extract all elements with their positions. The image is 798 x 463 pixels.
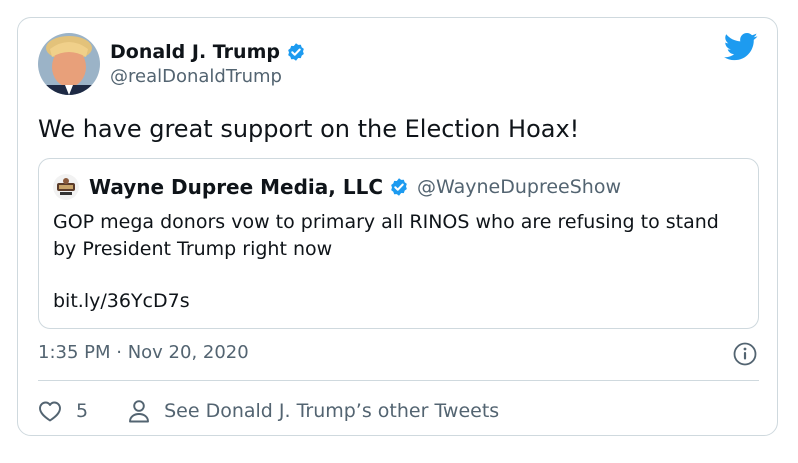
like-count: 5 [76, 400, 89, 422]
tweet-text: We have great support on the Election Ho… [38, 115, 580, 143]
person-icon [129, 400, 150, 423]
author-handle[interactable]: @realDonaldTrump [110, 68, 282, 86]
quoted-author-name: Wayne Dupree Media, LLC [89, 175, 384, 199]
quoted-text: GOP mega donors vow to primary all RINOS… [53, 211, 719, 260]
info-icon[interactable] [732, 341, 758, 367]
quoted-link[interactable]: bit.ly/36YcD7s [53, 288, 190, 315]
verified-badge-icon [288, 43, 304, 61]
quoted-avatar [53, 174, 79, 200]
tweet-timestamp[interactable]: 1:35 PM · Nov 20, 2020 [38, 341, 249, 365]
author-name-row[interactable]: Donald J. Trump [110, 42, 306, 62]
quoted-tweet[interactable]: Wayne Dupree Media, LLC @WayneDupreeShow… [38, 158, 759, 329]
other-tweets-label: See Donald J. Trump’s other Tweets [164, 400, 500, 422]
tweet-card[interactable]: Donald J. Trump @realDonaldTrump We have… [17, 17, 778, 436]
verified-badge-icon [391, 178, 407, 196]
divider [38, 380, 759, 381]
author-avatar[interactable] [38, 33, 100, 95]
twitter-bird-icon[interactable] [724, 32, 758, 62]
tweet-actions: 5 See Donald J. Trump’s other Tweets [38, 396, 499, 426]
heart-icon [39, 401, 61, 422]
other-tweets-link[interactable]: See Donald J. Trump’s other Tweets [128, 399, 499, 423]
like-button[interactable]: 5 [38, 400, 88, 422]
quoted-header: Wayne Dupree Media, LLC @WayneDupreeShow [53, 174, 621, 200]
author-name[interactable]: Donald J. Trump [110, 42, 280, 62]
quoted-author-handle: @WayneDupreeShow [417, 176, 621, 198]
